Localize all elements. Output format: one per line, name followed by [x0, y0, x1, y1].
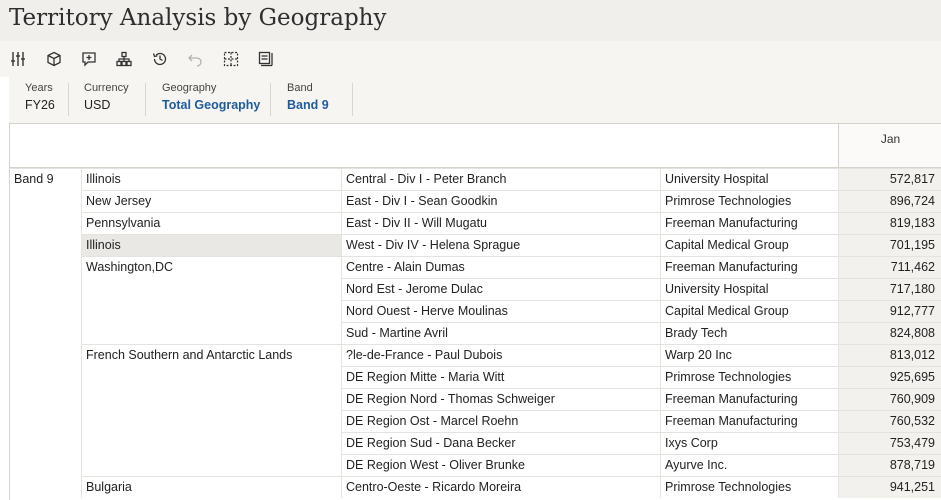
- pov-years-label: Years: [25, 82, 53, 94]
- territory-row-header[interactable]: Nord Est - Jerome Dulac: [341, 278, 660, 300]
- pov-divider: [352, 83, 353, 116]
- toolbar: [0, 41, 941, 77]
- territory-row-header[interactable]: Nord Ouest - Herve Moulinas: [341, 300, 660, 322]
- customer-row-header[interactable]: Primrose Technologies: [660, 366, 838, 388]
- data-cell-jan[interactable]: 701,195: [838, 234, 941, 256]
- territory-row-header[interactable]: Centro-Oeste - Ricardo Moreira: [341, 476, 660, 498]
- territory-row-header[interactable]: West - Div IV - Helena Sprague: [341, 234, 660, 256]
- territory-row-header[interactable]: ?le-de-France - Paul Dubois: [341, 344, 660, 366]
- pov-bar: Years FY26 Currency USD Geography Total …: [9, 77, 941, 123]
- grid-select-icon[interactable]: [222, 50, 240, 68]
- data-cell-jan[interactable]: 717,180: [838, 278, 941, 300]
- data-cell-jan[interactable]: 711,462: [838, 256, 941, 278]
- customer-row-header[interactable]: Freeman Manufacturing: [660, 410, 838, 432]
- pov-currency-value[interactable]: USD: [84, 98, 129, 112]
- geography-row-header[interactable]: New Jersey: [81, 190, 341, 212]
- customer-row-header[interactable]: Primrose Technologies: [660, 190, 838, 212]
- customer-row-header[interactable]: Capital Medical Group: [660, 300, 838, 322]
- territory-row-header[interactable]: DE Region Ost - Marcel Roehn: [341, 410, 660, 432]
- data-cell-jan[interactable]: 572,817: [838, 168, 941, 190]
- customer-row-header[interactable]: Freeman Manufacturing: [660, 256, 838, 278]
- customer-row-header[interactable]: Capital Medical Group: [660, 234, 838, 256]
- territory-row-header[interactable]: DE Region Sud - Dana Becker: [341, 432, 660, 454]
- data-cell-jan[interactable]: 941,251: [838, 476, 941, 498]
- territory-row-header[interactable]: East - Div I - Sean Goodkin: [341, 190, 660, 212]
- band-row-header[interactable]: Band 9: [10, 168, 81, 500]
- territory-row-header[interactable]: DE Region Mitte - Maria Witt: [341, 366, 660, 388]
- customer-row-header[interactable]: Primrose Technologies: [660, 476, 838, 498]
- customer-row-header[interactable]: Ixys Corp: [660, 432, 838, 454]
- customer-row-header[interactable]: Freeman Manufacturing: [660, 388, 838, 410]
- customer-row-header[interactable]: University Hospital: [660, 278, 838, 300]
- data-cell-jan[interactable]: 925,695: [838, 366, 941, 388]
- data-cell-jan[interactable]: 896,724: [838, 190, 941, 212]
- data-cell-jan[interactable]: 813,012: [838, 344, 941, 366]
- customer-row-header[interactable]: Brady Tech: [660, 322, 838, 344]
- add-note-icon[interactable]: [80, 50, 98, 68]
- pov-band-label: Band: [287, 82, 313, 94]
- pov-band-value[interactable]: Band 9: [287, 98, 329, 112]
- geography-row-header[interactable]: Illinois: [81, 168, 341, 190]
- column-header-label: Jan: [880, 132, 901, 146]
- data-cell-jan[interactable]: 878,719: [838, 454, 941, 476]
- pov-years-value[interactable]: FY26: [25, 98, 55, 112]
- pov-divider: [68, 83, 69, 116]
- undo-icon[interactable]: [186, 50, 204, 68]
- data-cell-jan[interactable]: 760,909: [838, 388, 941, 410]
- cube-icon[interactable]: [45, 50, 63, 68]
- page-title: Territory Analysis by Geography: [9, 5, 387, 31]
- customer-row-header[interactable]: Warp 20 Inc: [660, 344, 838, 366]
- territory-row-header[interactable]: Sud - Martine Avril: [341, 322, 660, 344]
- geography-row-header[interactable]: Washington,DC: [81, 256, 341, 344]
- geography-row-header[interactable]: Illinois: [81, 234, 341, 256]
- history-icon[interactable]: [151, 50, 169, 68]
- customer-row-header[interactable]: University Hospital: [660, 168, 838, 190]
- data-cell-jan[interactable]: 753,479: [838, 432, 941, 454]
- panel-icon[interactable]: [257, 50, 275, 68]
- title-bar: Territory Analysis by Geography: [0, 0, 941, 41]
- pov-geography[interactable]: Geography Total Geography: [162, 77, 260, 121]
- territory-row-header[interactable]: DE Region Nord - Thomas Schweiger: [341, 388, 660, 410]
- pov-band[interactable]: Band Band 9: [287, 77, 329, 121]
- territory-row-header[interactable]: Centre - Alain Dumas: [341, 256, 660, 278]
- pov-divider: [270, 83, 271, 116]
- data-cell-jan[interactable]: 819,183: [838, 212, 941, 234]
- pov-geography-label: Geography: [162, 82, 217, 94]
- data-cell-jan[interactable]: 824,808: [838, 322, 941, 344]
- row-header-blank: [10, 124, 838, 168]
- column-header-jan[interactable]: Jan: [838, 124, 941, 168]
- pov-divider: [145, 83, 146, 116]
- hierarchy-icon[interactable]: [115, 50, 133, 68]
- territory-row-header[interactable]: East - Div II - Will Mugatu: [341, 212, 660, 234]
- data-cell-jan[interactable]: 760,532: [838, 410, 941, 432]
- data-grid: Jan Band 9 Illinois Central - Div I - Pete…: [9, 123, 941, 500]
- sliders-icon[interactable]: [9, 50, 27, 68]
- geography-row-header[interactable]: Bulgaria: [81, 476, 341, 498]
- pov-currency-label: Currency: [84, 82, 129, 94]
- customer-row-header[interactable]: Freeman Manufacturing: [660, 212, 838, 234]
- pov-geography-value[interactable]: Total Geography: [162, 98, 260, 112]
- pov-currency[interactable]: Currency USD: [84, 77, 129, 121]
- customer-row-header[interactable]: Ayurve Inc.: [660, 454, 838, 476]
- territory-row-header[interactable]: Central - Div I - Peter Branch: [341, 168, 660, 190]
- geography-row-header[interactable]: French Southern and Antarctic Lands: [81, 344, 341, 476]
- pov-years[interactable]: Years FY26: [25, 77, 55, 121]
- territory-row-header[interactable]: DE Region West - Oliver Brunke: [341, 454, 660, 476]
- data-cell-jan[interactable]: 912,777: [838, 300, 941, 322]
- geography-row-header[interactable]: Pennsylvania: [81, 212, 341, 234]
